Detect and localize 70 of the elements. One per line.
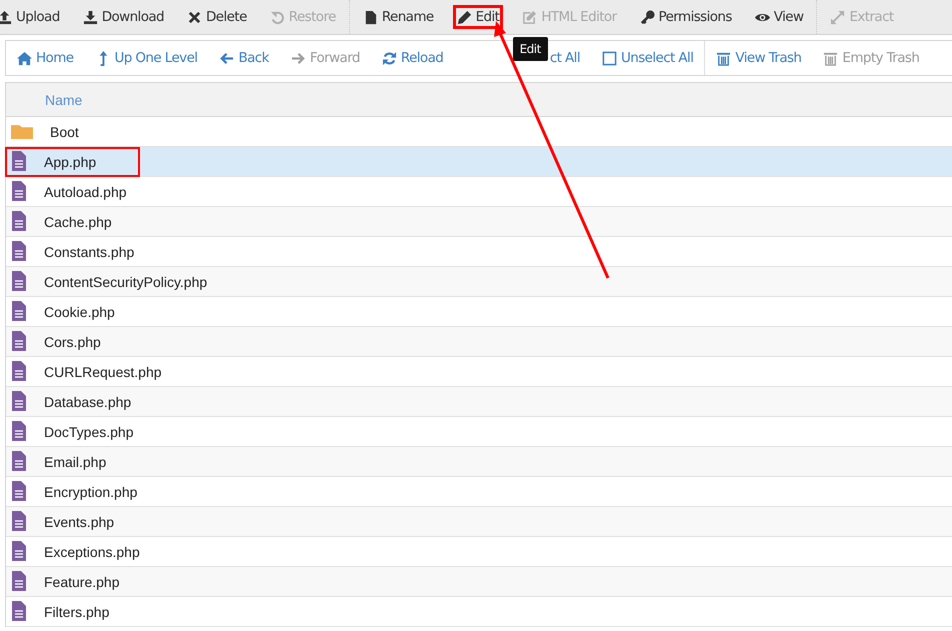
nav-button[interactable]: Up One Level	[93, 48, 200, 68]
file-name: Exceptions.php	[44, 544, 140, 560]
document-icon	[11, 181, 27, 202]
document-icon	[11, 571, 27, 592]
upload-icon	[0, 10, 12, 24]
file-name: Autoload.php	[44, 184, 127, 200]
toolbar-button[interactable]: View	[750, 5, 808, 29]
file-row[interactable]: Database.php	[6, 387, 952, 417]
toolbar-button[interactable]: Rename	[358, 5, 438, 29]
nav-button[interactable]: Unselect All	[600, 48, 696, 68]
file-name: Cors.php	[44, 334, 101, 350]
file-name: Encryption.php	[44, 484, 138, 500]
checkbox-icon	[602, 50, 617, 66]
file-name: Cache.php	[44, 214, 112, 230]
trash-icon	[716, 50, 732, 66]
file-row[interactable]: App.php	[6, 147, 952, 177]
key-icon	[640, 10, 655, 24]
document-icon	[11, 301, 27, 322]
expand-icon	[830, 10, 846, 24]
reload-icon	[382, 50, 397, 66]
edit-square-icon	[522, 10, 538, 24]
file-row[interactable]: Cache.php	[6, 207, 952, 237]
close-icon	[187, 10, 202, 24]
document-icon	[11, 361, 27, 382]
pencil-icon	[456, 10, 472, 24]
file-name: Boot	[50, 124, 79, 140]
document-icon	[11, 481, 27, 502]
file-row[interactable]: Events.php	[6, 507, 952, 537]
right-arrow-icon	[290, 50, 306, 66]
toolbar-button[interactable]: Upload	[0, 5, 64, 29]
nav-button[interactable]: Home	[15, 48, 76, 68]
file-name: ContentSecurityPolicy.php	[44, 274, 208, 290]
document-icon	[11, 331, 27, 352]
file-row[interactable]: Cors.php	[6, 327, 952, 357]
nav-button[interactable]: View Trash	[714, 48, 804, 68]
document-icon	[11, 511, 27, 532]
folder-icon	[11, 123, 33, 140]
document-icon	[11, 391, 27, 412]
tooltip: Edit	[512, 37, 548, 61]
file-name: DocTypes.php	[44, 424, 134, 440]
document-icon	[11, 451, 27, 472]
document-icon	[11, 211, 27, 232]
trash-icon	[823, 50, 838, 66]
document-icon	[11, 601, 27, 622]
file-name: App.php	[44, 154, 96, 170]
file-name: Constants.php	[44, 244, 134, 260]
file-row[interactable]: ContentSecurityPolicy.php	[6, 267, 952, 297]
document-icon	[11, 151, 27, 172]
file-name: Email.php	[44, 454, 106, 470]
home-icon	[17, 50, 32, 66]
file-name: Events.php	[44, 514, 114, 530]
document-icon	[11, 241, 27, 262]
file-name: Feature.php	[44, 574, 120, 590]
file-name: Database.php	[44, 394, 132, 410]
left-arrow-icon	[219, 50, 234, 66]
document-icon	[11, 271, 27, 292]
document-icon	[11, 541, 27, 562]
file-row[interactable]: Feature.php	[6, 567, 952, 597]
undo-icon	[270, 10, 285, 24]
document-icon	[11, 421, 27, 442]
file-name: Filters.php	[44, 604, 110, 620]
toolbar-button[interactable]: Download	[78, 5, 168, 29]
nav-button[interactable]: Reload	[380, 48, 446, 68]
file-name: Cookie.php	[44, 304, 115, 320]
file-row[interactable]: Email.php	[6, 447, 952, 477]
nav-button[interactable]: Back	[217, 48, 271, 68]
file-name: CURLRequest.php	[44, 364, 162, 380]
toolbar-button[interactable]: Permissions	[636, 5, 736, 29]
toolbar-button[interactable]: Delete	[183, 5, 251, 29]
download-icon	[82, 10, 98, 24]
